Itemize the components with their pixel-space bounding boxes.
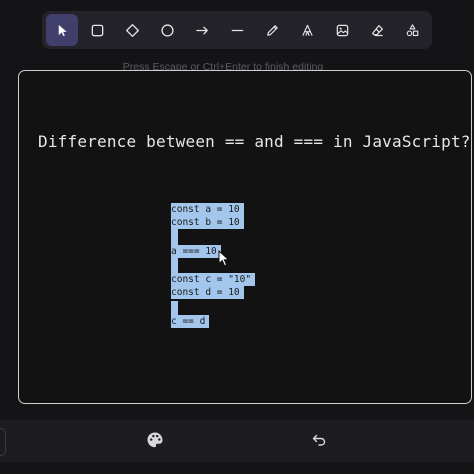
ellipse-icon[interactable] [151, 14, 183, 46]
selection-arrow-icon[interactable] [46, 14, 78, 46]
code-line: const d = 10 [171, 286, 244, 299]
rectangle-icon[interactable] [81, 14, 113, 46]
canvas-heading-text[interactable]: Difference between == and === in JavaScr… [38, 132, 471, 151]
image-icon[interactable] [326, 14, 358, 46]
mouse-pointer-icon [218, 250, 230, 267]
diamond-icon[interactable] [116, 14, 148, 46]
code-line: c == d [171, 315, 210, 328]
palette-icon[interactable] [146, 431, 164, 449]
eraser-icon[interactable] [361, 14, 393, 46]
canvas-frame[interactable] [18, 70, 472, 404]
code-line: const a = 10 [171, 203, 244, 216]
toolbar [42, 11, 432, 49]
selection-highlight [171, 258, 178, 274]
pencil-icon[interactable] [256, 14, 288, 46]
shapes-library-icon[interactable] [396, 14, 428, 46]
panel-edge [0, 428, 6, 456]
selection-highlight [171, 229, 178, 245]
line-icon[interactable] [221, 14, 253, 46]
code-line: const c = "10" [171, 273, 256, 286]
text-icon[interactable] [291, 14, 323, 46]
code-line: a === 10 [171, 245, 221, 258]
arrow-icon[interactable] [186, 14, 218, 46]
bottom-toolbar [0, 420, 474, 462]
undo-icon[interactable] [311, 432, 327, 448]
code-line: const b = 10 [171, 216, 244, 229]
